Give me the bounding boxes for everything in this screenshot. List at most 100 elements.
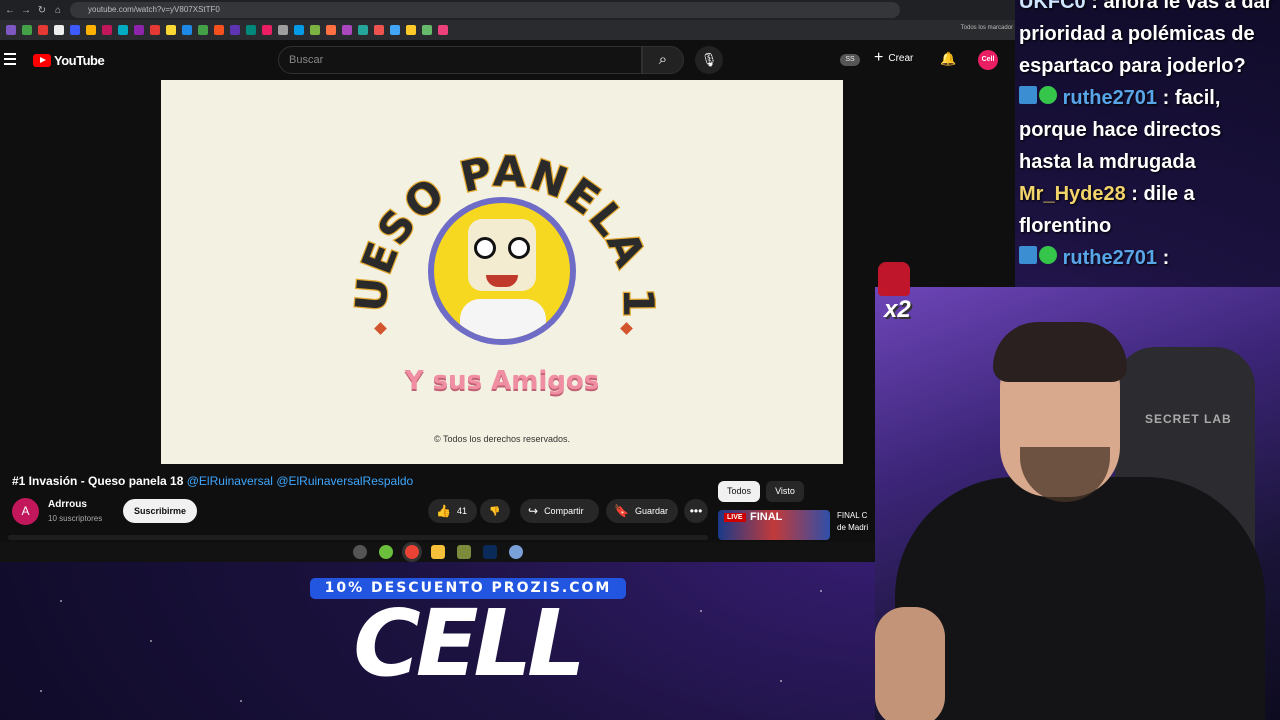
bookmark-icon[interactable]: [438, 25, 448, 35]
search-input[interactable]: Buscar: [278, 46, 642, 74]
channel-name[interactable]: Adrrous: [48, 499, 87, 510]
bookmark-icon[interactable]: [102, 25, 112, 35]
taskbar: [0, 542, 875, 562]
star: [40, 690, 42, 692]
chip-watched[interactable]: Visto: [766, 481, 804, 502]
more-actions-button[interactable]: •••: [684, 499, 708, 523]
bookmark-icon[interactable]: [6, 25, 16, 35]
drink-cup-icon: [878, 262, 910, 296]
mention-link[interactable]: @ElRuinaversal: [187, 474, 273, 488]
youtube-logo[interactable]: YouTube: [33, 53, 105, 68]
bookmark-icon[interactable]: [198, 25, 208, 35]
star: [60, 600, 62, 602]
bookmark-icon[interactable]: [326, 25, 336, 35]
bookmark-icon[interactable]: [390, 25, 400, 35]
streamer-name: CELL: [353, 590, 586, 697]
bookmark-icon[interactable]: [406, 25, 416, 35]
chip-all[interactable]: Todos: [718, 481, 760, 502]
bookmark-icon[interactable]: [278, 25, 288, 35]
video-title-text: #1 Invasión - Queso panela 18: [12, 474, 184, 488]
chat-username: UKFC0: [1019, 0, 1086, 13]
bookmark-icon[interactable]: [230, 25, 240, 35]
thumbnail-text: FINAL: [750, 511, 783, 523]
stream-canvas: ← → ↻ ⌂ youtube.com/watch?v=yV807XStTF0: [0, 0, 1280, 720]
bookmark-icon[interactable]: [374, 25, 384, 35]
bookmark-icon[interactable]: [262, 25, 272, 35]
stream-chat: UKFC0 : ahora le vas a dar prioridad a p…: [1015, 0, 1280, 287]
star: [820, 590, 822, 592]
share-label: Compartir: [544, 506, 584, 516]
chair-brand: SECRET LAB: [1145, 412, 1232, 426]
dislike-button[interactable]: 👎: [480, 499, 510, 523]
bookmark-icon[interactable]: [86, 25, 96, 35]
bookmark-icon[interactable]: [422, 25, 432, 35]
like-button[interactable]: 👍 41: [428, 499, 477, 523]
like-count: 41: [456, 506, 467, 516]
suggested-video-title[interactable]: FINAL C de Madri: [837, 510, 875, 536]
url-field[interactable]: youtube.com/watch?v=yV807XStTF0: [70, 2, 900, 18]
chat-message: Mr_Hyde28 : dile a florentino: [1019, 178, 1276, 242]
chat-message: ruthe2701 : facil, porque hace directos …: [1019, 82, 1276, 178]
photoshop-icon[interactable]: [482, 545, 497, 559]
chat-message: UKFC0 : ahora le vas a dar prioridad a p…: [1019, 0, 1276, 82]
bookmark-icon[interactable]: [22, 25, 32, 35]
bookmark-icon[interactable]: [182, 25, 192, 35]
voice-search-button[interactable]: 🎙: [695, 46, 723, 74]
video-player[interactable]: QUESO PANELA 18 Y sus Amigos © Todos los…: [161, 80, 843, 464]
glasses-icon: [474, 237, 496, 259]
youtube-play-icon: [33, 54, 51, 67]
subscribe-button[interactable]: Suscribirme: [123, 499, 197, 523]
bookmark-icon[interactable]: [70, 25, 80, 35]
create-button[interactable]: + Crear: [874, 49, 914, 66]
home-icon[interactable]: ⌂: [48, 0, 68, 20]
bookmark-icon[interactable]: [310, 25, 320, 35]
plus-icon: +: [874, 49, 884, 66]
save-label: Guardar: [634, 506, 668, 516]
save-button[interactable]: 🔖 Guardar: [606, 499, 678, 523]
bookmarks-bar: Todos los marcador: [0, 20, 1015, 40]
more-horizontal-icon: •••: [689, 504, 703, 518]
bookmark-icon[interactable]: [38, 25, 48, 35]
taskbar-icon[interactable]: [456, 545, 471, 559]
bookmark-icon[interactable]: [294, 25, 304, 35]
bookmark-icon[interactable]: [342, 25, 352, 35]
star: [150, 640, 152, 642]
bookmark-icon[interactable]: [54, 25, 64, 35]
bookmark-icon[interactable]: [166, 25, 176, 35]
video-title: #1 Invasión - Queso panela 18 @ElRuinave…: [12, 474, 413, 488]
menu-icon[interactable]: [4, 53, 16, 65]
chrome-icon[interactable]: [404, 545, 419, 559]
bookmark-icon[interactable]: [150, 25, 160, 35]
youtube-header: YouTube Buscar ⌕ 🎙 SS + Crear 🔔 Cell: [0, 40, 1015, 80]
bookmark-icon[interactable]: [118, 25, 128, 35]
search-button[interactable]: ⌕: [642, 46, 684, 74]
account-avatar[interactable]: Cell: [978, 50, 998, 70]
create-label: Crear: [888, 52, 914, 64]
mention-link[interactable]: @ElRuinaversalRespaldo: [276, 474, 413, 488]
channel-subscribers: 10 suscriptores: [48, 514, 103, 523]
bookmark-icon[interactable]: [214, 25, 224, 35]
all-bookmarks-link[interactable]: Todos los marcador: [961, 25, 1013, 31]
multiplier-label: x2: [884, 296, 911, 323]
youtube-logo-text: YouTube: [54, 53, 105, 68]
notifications-bell-icon[interactable]: 🔔: [940, 51, 956, 67]
bookmark-icon[interactable]: [246, 25, 256, 35]
webcam-feed: SECRET LAB: [875, 287, 1280, 720]
channel-avatar[interactable]: A: [12, 498, 39, 525]
extension-badge[interactable]: SS: [840, 54, 860, 66]
share-icon: ↪: [528, 504, 539, 518]
video-title-arc-text: QUESO PANELA 18: [161, 80, 662, 321]
thumbs-up-icon: 👍: [436, 504, 451, 518]
bookmark-icon[interactable]: [358, 25, 368, 35]
share-button[interactable]: ↪ Compartir: [520, 499, 599, 523]
taskbar-icon[interactable]: [508, 545, 523, 559]
thumbs-down-icon: 👎: [489, 506, 501, 516]
bookmark-icon[interactable]: [134, 25, 144, 35]
star: [780, 680, 782, 682]
taskbar-icon[interactable]: [352, 545, 367, 559]
divider: [8, 535, 708, 540]
suggested-video-thumbnail[interactable]: LIVE FINAL: [718, 510, 830, 540]
taskbar-icon[interactable]: [378, 545, 393, 559]
star: [700, 610, 702, 612]
folder-icon[interactable]: [430, 545, 445, 559]
